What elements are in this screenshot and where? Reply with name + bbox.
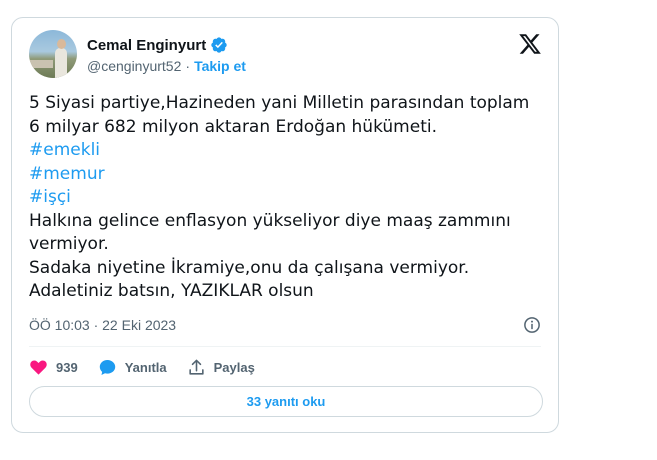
separator-dot: · bbox=[185, 58, 191, 74]
tweet-card: Cemal Enginyurt @cenginyurt52 · Takip et… bbox=[11, 17, 559, 433]
like-button[interactable]: 939 bbox=[29, 358, 78, 377]
x-logo-icon[interactable] bbox=[518, 32, 542, 56]
tweet-line: Sadaka niyetine İkramiye,onu da çalışana… bbox=[29, 257, 470, 278]
reply-button[interactable]: Yanıtla bbox=[98, 358, 167, 377]
follow-button[interactable]: Takip et bbox=[194, 58, 246, 74]
hashtag-isci[interactable]: #işçi bbox=[29, 186, 544, 210]
like-count: 939 bbox=[56, 359, 78, 375]
share-button[interactable]: Paylaş bbox=[187, 358, 255, 377]
author-handle-row: @cenginyurt52 · Takip et bbox=[87, 58, 246, 74]
avatar-background bbox=[29, 60, 53, 68]
reply-label: Yanıtla bbox=[124, 359, 167, 375]
author-name-row: Cemal Enginyurt bbox=[87, 36, 228, 54]
tweet-line: vermiyor. bbox=[29, 234, 109, 254]
avatar[interactable] bbox=[29, 30, 77, 78]
tweet-line: Adaletiniz batsın, YAZIKLAR olsun bbox=[29, 281, 314, 301]
author-name[interactable]: Cemal Enginyurt bbox=[87, 37, 206, 54]
action-bar: 939 Yanıtla Paylaş bbox=[29, 355, 275, 379]
verified-badge-icon bbox=[211, 37, 227, 53]
avatar-figure bbox=[55, 48, 67, 78]
speech-bubble-icon bbox=[99, 359, 115, 375]
hashtag-emekli[interactable]: #emekli bbox=[29, 139, 544, 163]
tweet-line: 6 milyar 682 milyon aktaran Erdoğan hükü… bbox=[29, 116, 437, 137]
hashtag-memur[interactable]: #memur bbox=[29, 163, 544, 187]
tweet-timestamp[interactable]: ÖÖ 10:03 · 22 Eki 2023 bbox=[29, 317, 176, 333]
tweet-text: 5 Siyasi partiye,Hazineden yani Milletin… bbox=[29, 92, 544, 304]
divider bbox=[29, 346, 541, 347]
author-handle[interactable]: @cenginyurt52 bbox=[87, 58, 181, 74]
share-icon bbox=[189, 359, 204, 375]
tweet-line: 5 Siyasi partiye,Hazineden yani Milletin… bbox=[29, 93, 530, 113]
tweet-line: Halkına gelince enflasyon yükseliyor diy… bbox=[29, 210, 511, 231]
info-icon[interactable] bbox=[523, 316, 541, 334]
avatar-head bbox=[57, 39, 66, 49]
share-label: Paylaş bbox=[213, 359, 255, 375]
read-replies-button[interactable]: 33 yanıtı oku bbox=[29, 386, 543, 417]
heart-icon bbox=[30, 359, 47, 375]
